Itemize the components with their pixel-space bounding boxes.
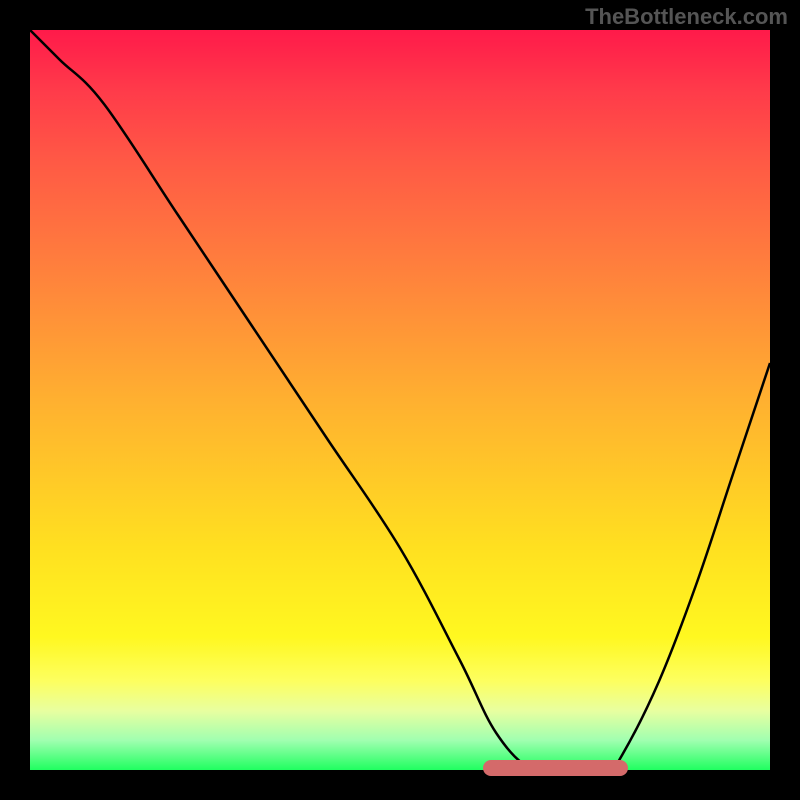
bottleneck-curve: [30, 30, 770, 770]
watermark-text: TheBottleneck.com: [585, 4, 788, 30]
chart-plot-area: [30, 30, 770, 770]
optimal-range-marker: [483, 760, 628, 776]
